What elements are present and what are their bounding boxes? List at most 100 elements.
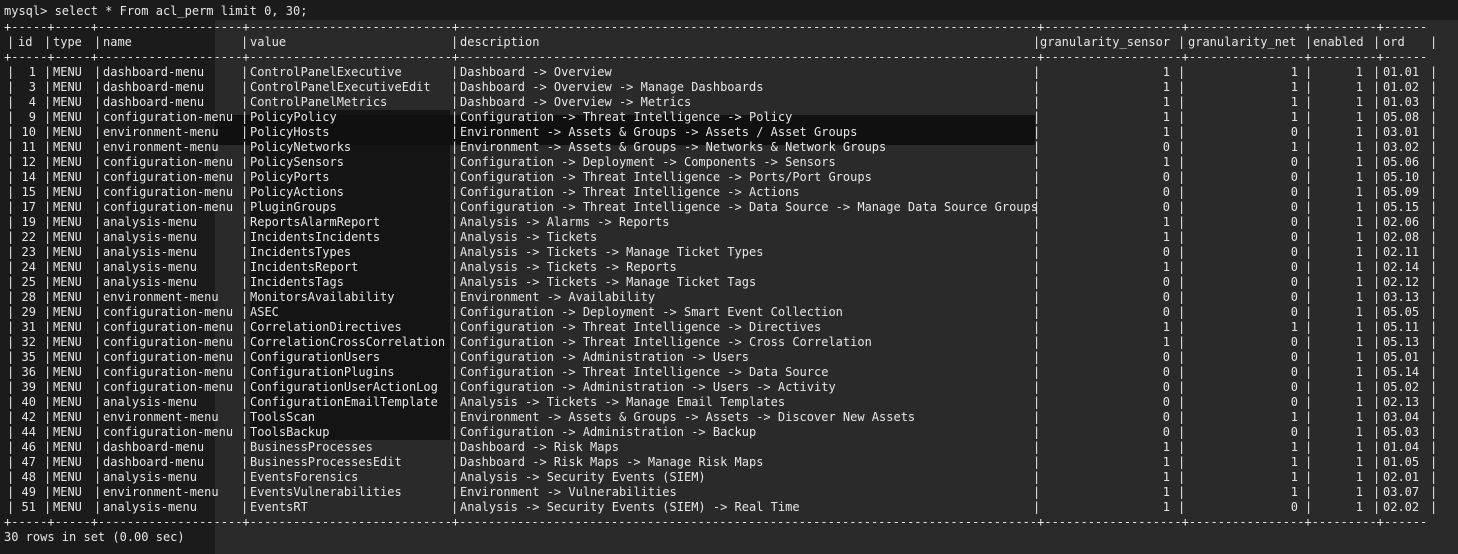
table-cell: 1 [1290, 140, 1298, 154]
column-separator: | [44, 65, 52, 79]
table-cell: 05.13 [1383, 335, 1420, 349]
table-cell: Analysis -> Tickets -> Manage Ticket Typ… [460, 245, 764, 259]
column-header: type [53, 35, 82, 49]
column-separator: | [1373, 275, 1381, 289]
column-separator: | [241, 380, 249, 394]
column-separator: | [241, 170, 249, 184]
column-separator: | [1178, 200, 1186, 214]
table-cell: EventsRT [250, 500, 308, 514]
column-separator: | [451, 125, 459, 139]
table-cell: IncidentsTypes [250, 245, 352, 259]
column-separator: | [241, 155, 249, 169]
table-cell: MENU [53, 110, 82, 124]
column-separator: | [1178, 140, 1186, 154]
column-separator: | [7, 200, 15, 214]
table-cell: 1 [1162, 500, 1170, 514]
column-separator: | [241, 470, 249, 484]
table-cell: 02.01 [1383, 470, 1420, 484]
column-separator: | [451, 230, 459, 244]
table-cell: MENU [53, 380, 82, 394]
column-separator: | [1430, 305, 1438, 319]
column-separator: | [451, 290, 459, 304]
table-cell: configuration-menu [103, 155, 234, 169]
table-cell: 1 [1162, 110, 1170, 124]
table-cell: 1 [1355, 395, 1363, 409]
column-separator: | [94, 95, 102, 109]
table-cell: MENU [53, 320, 82, 334]
table-cell: MENU [53, 230, 82, 244]
column-separator: | [1178, 35, 1186, 49]
table-cell: 01.05 [1383, 455, 1420, 469]
table-cell: Environment -> Assets & Groups -> Networ… [460, 140, 887, 154]
column-separator: | [1305, 185, 1313, 199]
column-separator: | [1305, 410, 1313, 424]
column-separator: | [451, 140, 459, 154]
table-cell: Configuration -> Threat Intelligence -> … [460, 170, 872, 184]
table-cell: 0 [1162, 425, 1170, 439]
column-separator: | [1178, 125, 1186, 139]
column-separator: | [1373, 110, 1381, 124]
column-separator: | [7, 275, 15, 289]
table-cell: ControlPanelExecutive [250, 65, 402, 79]
table-cell: configuration-menu [103, 110, 234, 124]
column-separator: | [44, 110, 52, 124]
table-cell: 0 [1162, 185, 1170, 199]
column-separator: | [1373, 290, 1381, 304]
table-cell: 1 [1355, 80, 1363, 94]
table-cell: EventsVulnerabilities [250, 485, 402, 499]
table-cell: 1 [1355, 485, 1363, 499]
table-cell: configuration-menu [103, 425, 234, 439]
column-separator: | [241, 395, 249, 409]
column-separator: | [7, 260, 15, 274]
column-separator: | [1178, 95, 1186, 109]
table-cell: 40 [21, 395, 36, 409]
table-cell: PolicySensors [250, 155, 344, 169]
column-separator: | [1305, 80, 1313, 94]
table-cell: 05.10 [1383, 170, 1420, 184]
column-separator: | [44, 230, 52, 244]
table-cell: configuration-menu [103, 320, 234, 334]
table-cell: 02.02 [1383, 500, 1420, 514]
column-separator: | [94, 335, 102, 349]
table-cell: Dashboard -> Overview [460, 65, 612, 79]
column-separator: | [94, 485, 102, 499]
column-separator: | [94, 305, 102, 319]
table-cell: 1 [1355, 305, 1363, 319]
table-cell: Configuration -> Deployment -> Smart Eve… [460, 305, 843, 319]
table-cell: 0 [1290, 305, 1298, 319]
column-separator: | [1430, 35, 1438, 49]
column-separator: | [1178, 470, 1186, 484]
table-cell: MENU [53, 500, 82, 514]
table-cell: 0 [1162, 200, 1170, 214]
terminal-window[interactable]: mysql> select * From acl_perm limit 0, 3… [0, 0, 1458, 554]
table-cell: analysis-menu [103, 230, 197, 244]
column-separator: | [1430, 320, 1438, 334]
table-cell: Configuration -> Threat Intelligence -> … [460, 365, 829, 379]
table-border: +-----+-----+--------------------+------… [4, 50, 1428, 64]
table-cell: Analysis -> Tickets -> Manage Ticket Tag… [460, 275, 757, 289]
table-cell: 03.13 [1383, 290, 1420, 304]
column-separator: | [44, 200, 52, 214]
table-cell: ReportsAlarmReport [250, 215, 381, 229]
column-separator: | [94, 500, 102, 514]
column-separator: | [94, 260, 102, 274]
column-separator: | [7, 95, 15, 109]
column-separator: | [44, 140, 52, 154]
table-cell: 0 [1290, 245, 1298, 259]
table-cell: MENU [53, 125, 82, 139]
column-separator: | [44, 35, 52, 49]
table-cell: analysis-menu [103, 245, 197, 259]
column-separator: | [1305, 455, 1313, 469]
table-cell: PolicyActions [250, 185, 344, 199]
column-separator: | [7, 440, 15, 454]
table-cell: 1 [1162, 80, 1170, 94]
column-separator: | [241, 140, 249, 154]
table-cell: analysis-menu [103, 470, 197, 484]
table-cell: configuration-menu [103, 350, 234, 364]
column-separator: | [1178, 185, 1186, 199]
column-separator: | [1430, 215, 1438, 229]
column-separator: | [241, 65, 249, 79]
table-cell: 1 [1355, 245, 1363, 259]
table-cell: 05.01 [1383, 350, 1420, 364]
table-cell: Configuration -> Deployment -> Component… [460, 155, 836, 169]
